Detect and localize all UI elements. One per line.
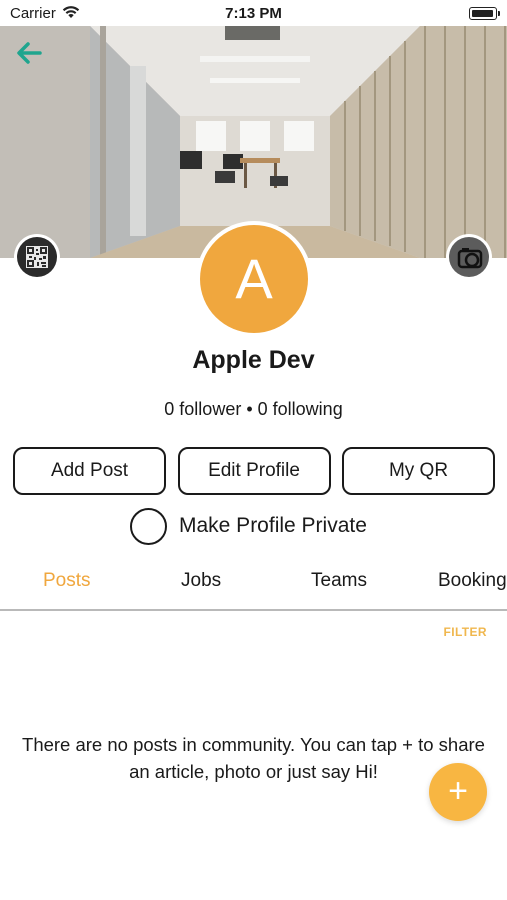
tab-jobs[interactable]: Jobs bbox=[181, 570, 221, 592]
follow-stats: 0 follower • 0 following bbox=[0, 399, 507, 420]
private-label: Make Profile Private bbox=[179, 514, 367, 537]
my-qr-button[interactable]: My QR bbox=[342, 447, 495, 495]
edit-profile-button[interactable]: Edit Profile bbox=[177, 447, 331, 495]
camera-button[interactable] bbox=[446, 234, 492, 280]
qr-code-icon bbox=[17, 237, 57, 277]
empty-state-message: There are no posts in community. You can… bbox=[22, 734, 485, 782]
tab-divider bbox=[0, 609, 507, 611]
avatar-initial: A bbox=[200, 225, 308, 333]
profile-tabs: Posts Jobs Teams Booking bbox=[0, 566, 507, 610]
add-fab-button[interactable]: + bbox=[429, 763, 487, 821]
filter-button[interactable]: FILTER bbox=[443, 625, 487, 639]
clock: 7:13 PM bbox=[225, 5, 282, 22]
add-post-button[interactable]: Add Post bbox=[13, 447, 166, 495]
private-radio[interactable] bbox=[130, 507, 167, 545]
follower-count[interactable]: 0 follower bbox=[164, 399, 241, 419]
status-bar: Carrier 7:13 PM bbox=[0, 0, 507, 26]
back-button[interactable] bbox=[14, 40, 44, 66]
camera-icon bbox=[449, 237, 489, 277]
arrow-left-icon bbox=[17, 42, 42, 64]
avatar[interactable]: A bbox=[196, 221, 312, 337]
tab-teams[interactable]: Teams bbox=[311, 570, 367, 592]
profile-name: Apple Dev bbox=[192, 346, 315, 374]
following-count[interactable]: • 0 following bbox=[246, 399, 342, 419]
qr-button[interactable] bbox=[14, 234, 60, 280]
action-buttons: Add Post Edit Profile My QR bbox=[13, 447, 495, 495]
battery-icon bbox=[469, 7, 500, 20]
private-toggle-row[interactable]: Make Profile Private bbox=[130, 507, 367, 545]
tab-posts[interactable]: Posts bbox=[43, 570, 91, 592]
tab-booking[interactable]: Booking bbox=[438, 570, 507, 592]
